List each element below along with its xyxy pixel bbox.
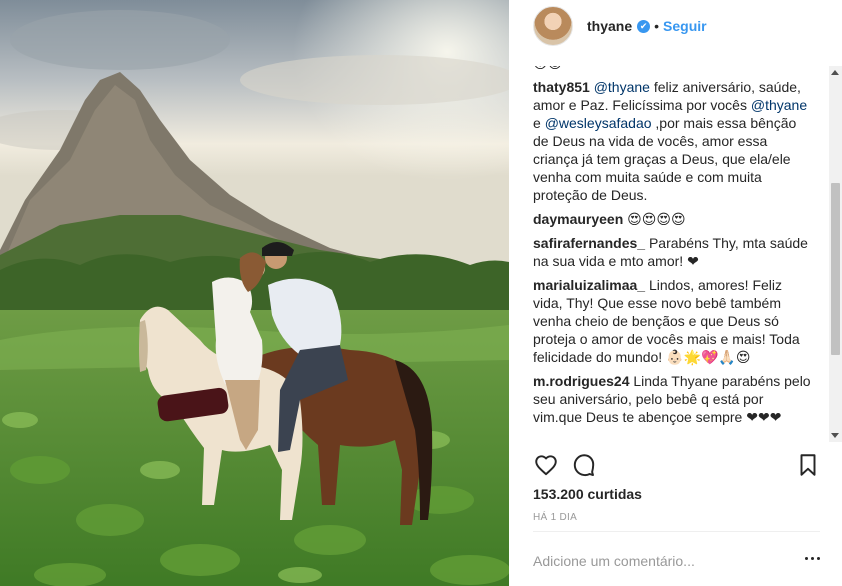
follow-button[interactable]: Seguir <box>663 18 707 34</box>
comment-item: m.rodrigues24 Linda Thyane parabéns pelo… <box>533 372 813 426</box>
comments-scroll-content: 😘😍 thaty851 @thyane feliz aniversário, sa… <box>533 66 813 432</box>
post-side-panel: thyane ✔ • Seguir 😘😍 thaty851 @thyane fel… <box>509 0 842 586</box>
comment-text: e <box>533 115 545 131</box>
divider <box>533 531 820 532</box>
post-actions <box>533 452 821 480</box>
photo-scene <box>0 0 509 586</box>
comment-item: daymauryeen 😍😍😍😍 <box>533 210 813 228</box>
comment-item: thaty851 @thyane feliz aniversário, saúd… <box>533 78 813 204</box>
add-comment-input[interactable] <box>533 548 793 574</box>
comments-list[interactable]: 😘😍 thaty851 @thyane feliz aniversário, sa… <box>533 66 829 442</box>
post-header: thyane ✔ • Seguir <box>509 0 842 52</box>
verified-badge-icon: ✔ <box>637 19 651 33</box>
comment-emoji-line: 😘😍 <box>533 66 813 72</box>
post-username[interactable]: thyane <box>587 18 632 34</box>
scroll-up-arrow-icon[interactable] <box>831 70 839 75</box>
likes-count[interactable]: 153.200 curtidas <box>533 486 642 502</box>
comment-text: 😍😍😍😍 <box>627 211 686 227</box>
comments-scrollbar[interactable] <box>829 66 842 442</box>
comment-username[interactable]: safirafernandes_ <box>533 235 645 251</box>
comment-mention-link[interactable]: @thyane <box>751 97 807 113</box>
comment-username[interactable]: marialuizalimaa_ <box>533 277 645 293</box>
scroll-down-arrow-icon[interactable] <box>831 433 839 438</box>
bookmark-icon[interactable] <box>795 452 821 478</box>
comment-item: safirafernandes_ Parabéns Thy, mta saúde… <box>533 234 813 270</box>
comment-bubble-icon[interactable] <box>571 452 597 478</box>
comment-username[interactable]: thaty851 <box>533 79 590 95</box>
post-photo[interactable] <box>0 0 509 586</box>
avatar[interactable] <box>533 6 573 46</box>
heart-icon[interactable] <box>533 452 559 478</box>
scrollbar-thumb[interactable] <box>831 183 840 355</box>
comment-item: marialuizalimaa_ Lindos, amores! Feliz v… <box>533 276 813 366</box>
comment-mention-link[interactable]: @thyane <box>594 79 650 95</box>
comment-mention-link[interactable]: @wesleysafadao <box>545 115 652 131</box>
comment-username[interactable]: m.rodrigues24 <box>533 373 629 389</box>
more-options-icon[interactable] <box>805 556 821 562</box>
comment-username[interactable]: daymauryeen <box>533 211 623 227</box>
post-timestamp[interactable]: HÁ 1 DIA <box>533 512 577 523</box>
header-separator: • <box>654 18 660 34</box>
